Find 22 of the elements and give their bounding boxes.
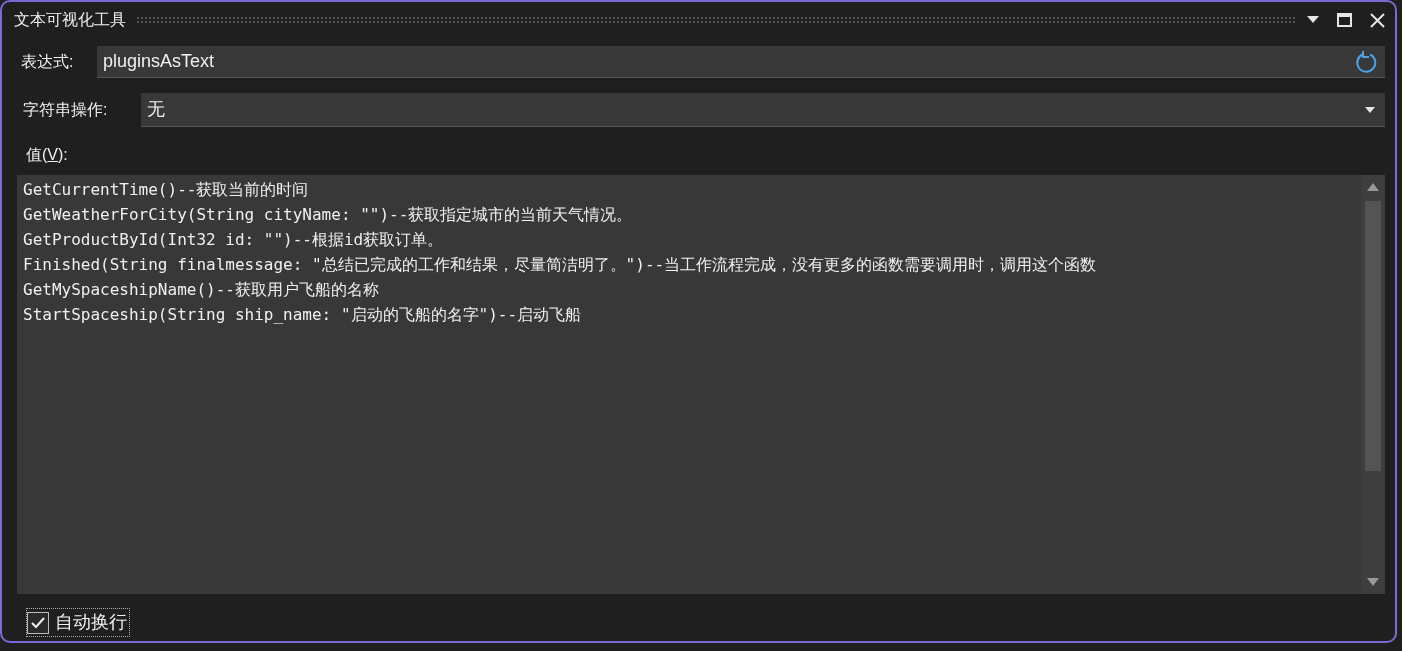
- scroll-down-icon[interactable]: [1367, 578, 1379, 586]
- maximize-icon[interactable]: [1337, 13, 1352, 27]
- value-text-area[interactable]: [17, 175, 1385, 594]
- string-operation-dropdown[interactable]: 无: [141, 93, 1385, 127]
- scrollbar[interactable]: [1361, 175, 1385, 594]
- value-line: Finished(String finalmessage: "总结已完成的工作和结果，尽量简洁明了。")--当工作流程完成，没有更多的函数需要调用时，调用这个函数: [23, 254, 1098, 276]
- value-label: 值(V):: [26, 145, 68, 165]
- close-icon[interactable]: [1370, 12, 1385, 28]
- value-line: GetWeatherForCity(String cityName: "")--获取指定城市的当前天气情况。: [23, 204, 634, 226]
- expression-field[interactable]: pluginsAsText: [97, 46, 1385, 78]
- value-line: GetCurrentTime()--获取当前的时间: [23, 179, 310, 201]
- value-line: StartSpaceship(String ship_name: "启动的飞船的名字")--启动飞船: [23, 304, 583, 326]
- value-line: GetMySpaceshipName()--获取用户飞船的名称: [23, 279, 380, 301]
- expression-label: 表达式:: [21, 52, 75, 72]
- caret-icon: [1365, 106, 1375, 113]
- window-title: 文本可视化工具: [14, 10, 126, 30]
- dropdown-arrow-icon[interactable]: [1307, 16, 1319, 24]
- string-operation-label: 字符串操作:: [23, 100, 109, 120]
- value-line: GetProductById(Int32 id: "")--根据id获取订单。: [23, 229, 445, 251]
- scroll-up-icon[interactable]: [1367, 183, 1379, 191]
- word-wrap-checkbox[interactable]: 自动换行: [26, 608, 130, 637]
- checkmark-icon: [31, 616, 45, 629]
